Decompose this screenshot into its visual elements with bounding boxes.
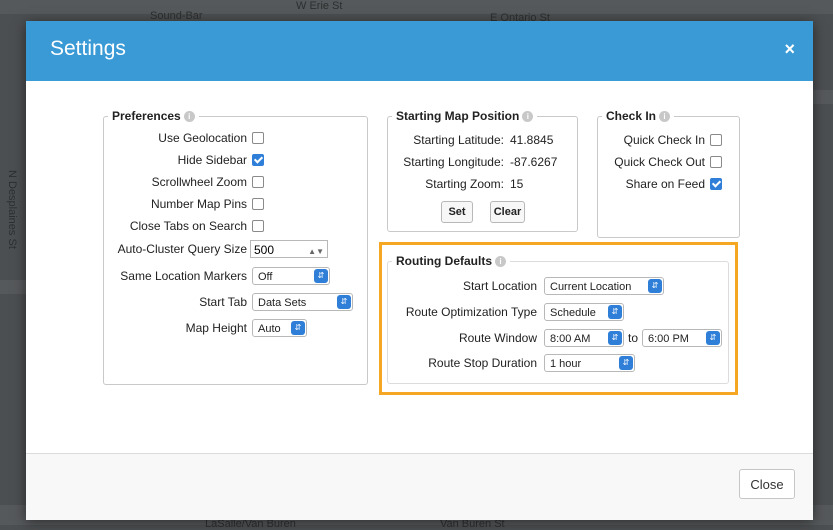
starting-position-legend: Starting Map Position i — [392, 109, 537, 123]
info-icon[interactable]: i — [183, 111, 195, 122]
close-tabs-checkbox[interactable] — [252, 220, 264, 232]
hide-sidebar-label: Hide Sidebar — [177, 153, 247, 167]
spinner-icon[interactable]: ▲▼ — [308, 243, 324, 261]
number-map-pins-label: Number Map Pins — [150, 197, 247, 211]
quick-check-in-label: Quick Check In — [623, 133, 705, 147]
latitude-value: 41.8845 — [510, 133, 554, 147]
longitude-value: -87.6267 — [510, 155, 558, 169]
set-button[interactable]: Set — [441, 201, 473, 223]
chevron-updown-icon: ⇵ — [314, 269, 328, 283]
info-icon[interactable]: i — [495, 256, 506, 267]
number-map-pins-checkbox[interactable] — [252, 198, 264, 210]
info-icon[interactable]: i — [659, 111, 671, 122]
scrollwheel-zoom-checkbox[interactable] — [252, 176, 264, 188]
route-window-from-value: 8:00 AM — [550, 333, 591, 345]
map-height-value: Auto — [258, 323, 281, 335]
modal-header: Settings × — [26, 21, 813, 81]
check-in-panel: Check In i — [597, 109, 740, 238]
share-on-feed-checkbox[interactable] — [710, 178, 722, 190]
auto-cluster-value: 500 — [254, 243, 275, 257]
modal-title: Settings — [50, 37, 126, 60]
use-geolocation-checkbox[interactable] — [252, 132, 264, 144]
modal-footer: Close — [26, 453, 813, 520]
latitude-label: Starting Latitude: — [413, 133, 504, 147]
longitude-label: Starting Longitude: — [403, 155, 504, 169]
start-location-label: Start Location — [462, 279, 537, 293]
optimization-type-label: Route Optimization Type — [405, 305, 537, 319]
clear-button[interactable]: Clear — [490, 201, 525, 223]
stop-duration-label: Route Stop Duration — [428, 356, 537, 370]
same-location-value: Off — [258, 271, 273, 283]
optimization-type-select[interactable]: Schedule ⇵ — [544, 303, 624, 321]
close-icon[interactable]: × — [784, 39, 795, 60]
starting-position-panel: Starting Map Position i — [387, 109, 578, 232]
chevron-updown-icon: ⇵ — [648, 279, 662, 293]
zoom-value: 15 — [510, 177, 524, 191]
routing-defaults-legend: Routing Defaults i — [392, 254, 510, 268]
start-tab-label: Start Tab — [199, 295, 247, 309]
same-location-label: Same Location Markers — [120, 269, 247, 283]
route-window-to-word: to — [628, 331, 639, 345]
info-icon[interactable]: i — [522, 111, 534, 122]
start-tab-value: Data Sets — [258, 297, 307, 309]
map-height-label: Map Height — [185, 321, 247, 335]
start-location-value: Current Location — [550, 281, 632, 293]
route-window-from-select[interactable]: 8:00 AM ⇵ — [544, 329, 624, 347]
quick-check-in-checkbox[interactable] — [710, 134, 722, 146]
scrollwheel-zoom-label: Scrollwheel Zoom — [151, 175, 247, 189]
chevron-updown-icon: ⇵ — [291, 321, 305, 335]
zoom-label: Starting Zoom: — [425, 177, 504, 191]
close-tabs-label: Close Tabs on Search — [129, 219, 247, 233]
chevron-updown-icon: ⇵ — [619, 356, 633, 370]
stop-duration-value: 1 hour — [550, 358, 582, 370]
share-on-feed-label: Share on Feed — [625, 177, 705, 191]
map-height-select[interactable]: Auto ⇵ — [252, 319, 307, 337]
hide-sidebar-checkbox[interactable] — [252, 154, 264, 166]
stop-duration-select[interactable]: 1 hour ⇵ — [544, 354, 635, 372]
settings-modal: Settings × Preferences i Use Geolocation … — [26, 21, 813, 520]
start-tab-select[interactable]: Data Sets ⇵ — [252, 293, 353, 311]
optimization-type-value: Schedule — [550, 307, 596, 319]
auto-cluster-input[interactable]: 500 ▲▼ — [250, 240, 328, 258]
chevron-updown-icon: ⇵ — [337, 295, 351, 309]
chevron-updown-icon: ⇵ — [608, 331, 622, 345]
start-location-select[interactable]: Current Location ⇵ — [544, 277, 664, 295]
chevron-updown-icon: ⇵ — [706, 331, 720, 345]
use-geolocation-label: Use Geolocation — [158, 131, 247, 145]
check-in-legend: Check In i — [602, 109, 674, 123]
close-button[interactable]: Close — [739, 469, 795, 499]
auto-cluster-label: Auto-Cluster Query Size — [117, 242, 247, 256]
same-location-select[interactable]: Off ⇵ — [252, 267, 330, 285]
chevron-updown-icon: ⇵ — [608, 305, 622, 319]
quick-check-out-checkbox[interactable] — [710, 156, 722, 168]
route-window-to-select[interactable]: 6:00 PM ⇵ — [642, 329, 722, 347]
route-window-label: Route Window — [458, 331, 537, 345]
preferences-legend: Preferences i — [108, 109, 199, 123]
quick-check-out-label: Quick Check Out — [614, 155, 705, 169]
route-window-to-value: 6:00 PM — [648, 333, 689, 345]
